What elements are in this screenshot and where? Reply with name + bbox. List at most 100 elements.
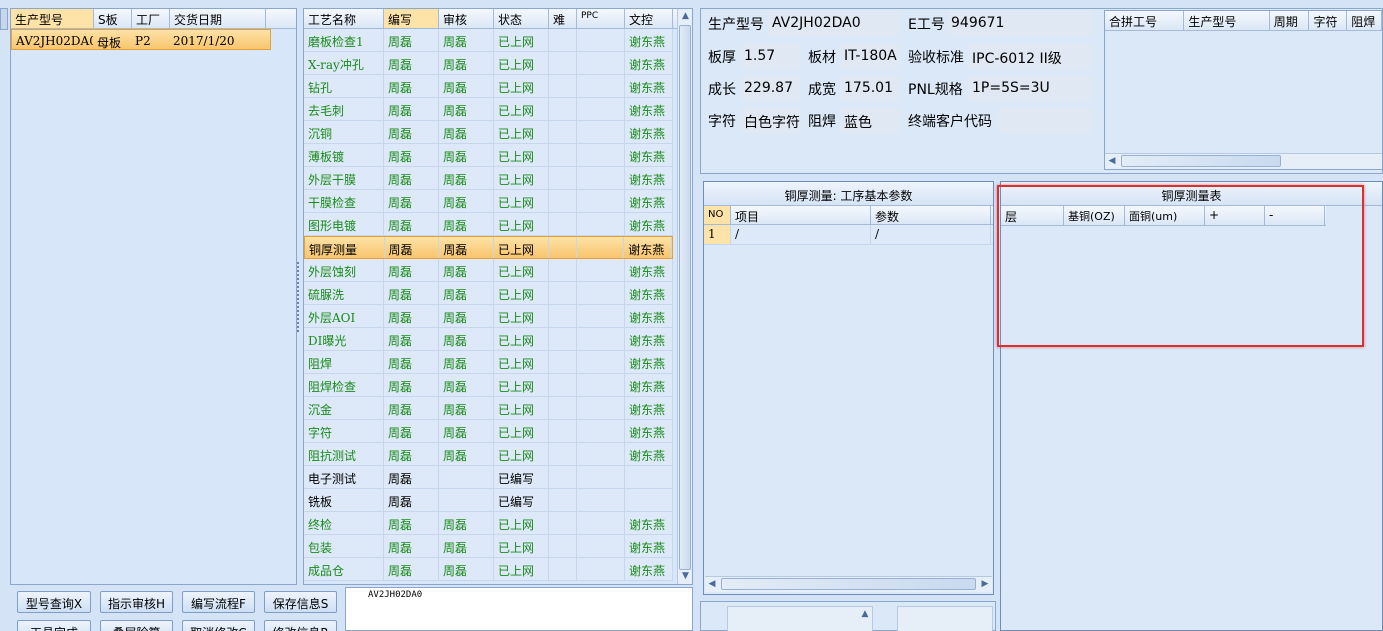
col-reviewer[interactable]: 审核 xyxy=(439,9,494,28)
params-scroll-right[interactable]: ▶ xyxy=(980,579,990,589)
model-value[interactable]: AV2JH02DA0 xyxy=(768,11,900,36)
process-row[interactable]: 终检 周磊 周磊 已上网 谢东燕 xyxy=(304,512,673,535)
params-row[interactable]: 1 / / xyxy=(704,225,993,245)
col-merge-no[interactable]: 合拼工号 xyxy=(1105,11,1185,30)
col-item[interactable]: 项目 xyxy=(731,206,871,224)
pnl-label: PNL规格 xyxy=(908,82,963,98)
process-row[interactable]: 阻抗测试 周磊 周磊 已上网 谢东燕 xyxy=(304,443,673,466)
width-value[interactable]: 175.01 xyxy=(840,76,901,101)
scroll-left-arrow[interactable]: ◀ xyxy=(1107,156,1117,166)
hscroll-thumb[interactable] xyxy=(1121,155,1281,167)
params-hscroll-thumb[interactable] xyxy=(721,578,976,590)
cell-ppc xyxy=(577,237,625,258)
cell-difficulty xyxy=(549,305,577,327)
char-value[interactable]: 白色字符 xyxy=(740,108,801,133)
process-row[interactable]: 阻焊检查 周磊 周磊 已上网 谢东燕 xyxy=(304,374,673,397)
cell-writer: 周磊 xyxy=(384,52,439,74)
scroll-down-arrow[interactable]: ▼ xyxy=(678,571,692,581)
mask-value[interactable]: 蓝色 xyxy=(840,108,901,133)
scroll-up-arrow[interactable]: ▲ xyxy=(678,11,692,21)
col-merge-model[interactable]: 生产型号 xyxy=(1184,11,1270,30)
cell-reviewer: 周磊 xyxy=(439,29,494,51)
scroll-thumb[interactable] xyxy=(679,25,691,570)
process-row[interactable]: 图形电镀 周磊 周磊 已上网 谢东燕 xyxy=(304,213,673,236)
lower-field[interactable] xyxy=(727,606,873,631)
splitter-handle[interactable] xyxy=(297,262,302,332)
process-row[interactable]: 沉金 周磊 周磊 已上网 谢东燕 xyxy=(304,397,673,420)
process-row[interactable]: 成品仓 周磊 周磊 已上网 谢东燕 xyxy=(304,558,673,581)
process-row[interactable]: 外层蚀刻 周磊 周磊 已上网 谢东燕 xyxy=(304,259,673,282)
col-no[interactable]: NO xyxy=(704,206,731,224)
process-row[interactable]: 沉铜 周磊 周磊 已上网 谢东燕 xyxy=(304,121,673,144)
cell-reviewer: 周磊 xyxy=(439,144,494,166)
col-delivery-date[interactable]: 交货日期 xyxy=(170,9,266,28)
params-scroll-left[interactable]: ◀ xyxy=(707,579,717,589)
e-number-value[interactable]: 949671 xyxy=(947,11,1093,36)
pnl-value[interactable]: 1P=5S=3U xyxy=(968,76,1093,101)
process-row[interactable]: 外层干膜 周磊 周磊 已上网 谢东燕 xyxy=(304,167,673,190)
standard-value[interactable]: IPC-6012 II级 xyxy=(968,44,1093,69)
process-grid-scrollbar[interactable]: ▲ ▼ xyxy=(677,9,692,584)
instruction-review-button[interactable]: 指示审核H xyxy=(100,591,173,613)
col-merge-cycle[interactable]: 周期 xyxy=(1270,11,1310,30)
process-row[interactable]: 去毛刺 周磊 周磊 已上网 谢东燕 xyxy=(304,98,673,121)
cell-writer: 周磊 xyxy=(384,443,439,465)
stack-calc-button[interactable]: 叠层除算 xyxy=(100,620,173,631)
thickness-value[interactable]: 1.57 xyxy=(740,44,801,69)
cell-doc-control: 谢东燕 xyxy=(625,190,673,212)
merge-grid-hscrollbar[interactable]: ◀ xyxy=(1105,153,1382,169)
write-flow-button[interactable]: 编写流程F xyxy=(182,591,255,613)
col-factory[interactable]: 工厂 xyxy=(132,9,170,28)
process-row[interactable]: 薄板镀 周磊 周磊 已上网 谢东燕 xyxy=(304,144,673,167)
process-row[interactable]: 电子测试 周磊 已编写 xyxy=(304,466,673,489)
col-ppc[interactable]: PPC xyxy=(577,9,625,28)
note-area[interactable]: AV2JH02DA0 xyxy=(345,587,693,631)
cell-difficulty xyxy=(549,558,577,580)
cell-writer: 周磊 xyxy=(384,558,439,580)
cell-difficulty xyxy=(549,259,577,281)
length-value[interactable]: 229.87 xyxy=(740,76,801,101)
process-row[interactable]: 钻孔 周磊 周磊 已上网 谢东燕 xyxy=(304,75,673,98)
process-row[interactable]: 磨板检查1 周磊 周磊 已上网 谢东燕 xyxy=(304,29,673,52)
cell-ppc xyxy=(577,305,625,327)
process-row[interactable]: 干膜检查 周磊 周磊 已上网 谢东燕 xyxy=(304,190,673,213)
process-row[interactable]: 硫脲洗 周磊 周磊 已上网 谢东燕 xyxy=(304,282,673,305)
save-info-button[interactable]: 保存信息S xyxy=(264,591,337,613)
cell-status: 已上网 xyxy=(494,52,549,74)
col-process-name[interactable]: 工艺名称 xyxy=(304,9,384,28)
process-row[interactable]: DI曝光 周磊 周磊 已上网 谢东燕 xyxy=(304,328,673,351)
material-label: 板材 xyxy=(808,50,836,66)
params-hscrollbar[interactable]: ◀ ▶ xyxy=(705,576,992,592)
col-merge-mask[interactable]: 阻焊 xyxy=(1347,11,1382,30)
material-value[interactable]: IT-180A xyxy=(840,44,901,69)
col-merge-char[interactable]: 字符 xyxy=(1309,11,1348,30)
cell-writer: 周磊 xyxy=(384,328,439,350)
lower-field-2[interactable] xyxy=(897,606,993,631)
process-row[interactable]: 包装 周磊 周磊 已上网 谢东燕 xyxy=(304,535,673,558)
model-row[interactable]: AV2JH02DA0 母板 P2 2017/1/20 xyxy=(11,29,271,50)
customer-code-value[interactable] xyxy=(998,108,1093,133)
col-doc-control[interactable]: 文控 xyxy=(625,9,673,28)
col-status[interactable]: 状态 xyxy=(494,9,549,28)
cell-status: 已上网 xyxy=(494,259,549,281)
cell-ppc xyxy=(577,190,625,212)
cell-status: 已上网 xyxy=(494,98,549,120)
col-writer[interactable]: 编写 xyxy=(384,9,439,28)
process-row[interactable]: X-ray冲孔 周磊 周磊 已上网 谢东燕 xyxy=(304,52,673,75)
col-model[interactable]: 生产型号 xyxy=(11,9,94,28)
process-row[interactable]: 铣板 周磊 已编写 xyxy=(304,489,673,512)
col-difficulty[interactable]: 难 xyxy=(549,9,577,28)
process-row[interactable]: 阻焊 周磊 周磊 已上网 谢东燕 xyxy=(304,351,673,374)
edit-info-button[interactable]: 修改信息R xyxy=(264,620,337,631)
process-row[interactable]: 外层AOI 周磊 周磊 已上网 谢东燕 xyxy=(304,305,673,328)
tool-complete-button[interactable]: 工具完成 xyxy=(17,620,91,631)
col-param[interactable]: 参数 xyxy=(871,206,991,224)
cell-process-name: 钻孔 xyxy=(304,75,384,97)
col-s-board[interactable]: S板 xyxy=(94,9,132,28)
process-row[interactable]: 铜厚测量 周磊 周磊 已上网 谢东燕 xyxy=(304,236,673,259)
cell-param: / xyxy=(871,225,991,244)
process-row[interactable]: 字符 周磊 周磊 已上网 谢东燕 xyxy=(304,420,673,443)
model-query-button[interactable]: 型号查询X xyxy=(17,591,91,613)
cancel-edit-button[interactable]: 取消修改C xyxy=(182,620,255,631)
lower-up-arrow[interactable]: ▲ xyxy=(859,609,871,619)
